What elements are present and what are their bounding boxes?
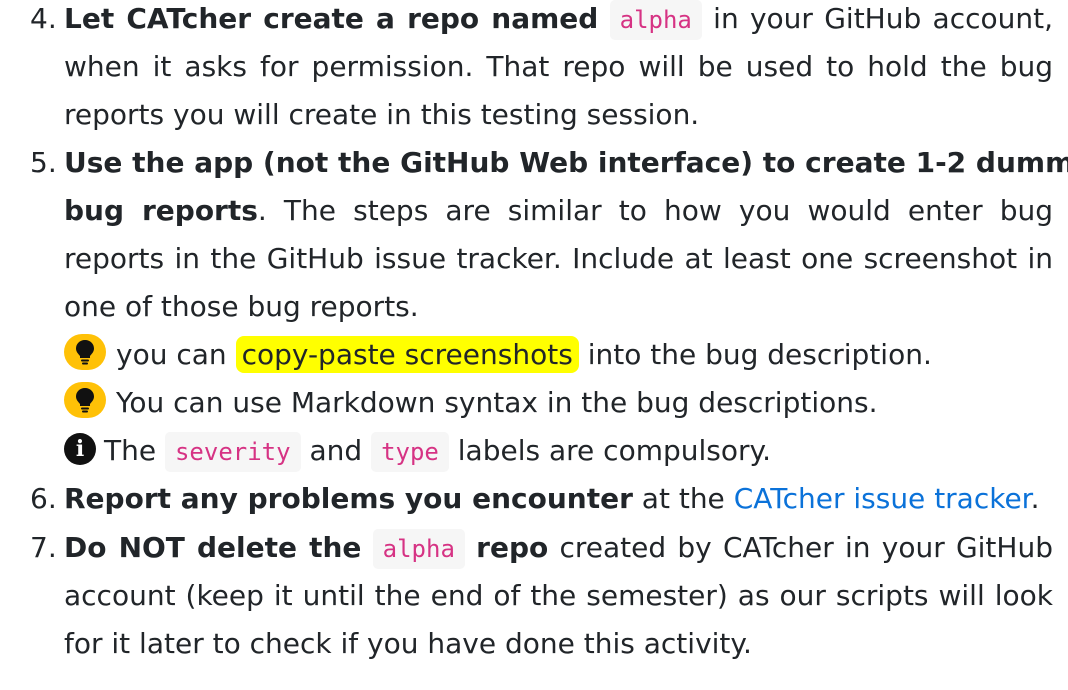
inline-code-alpha: alpha — [609, 0, 702, 40]
info-labels: i The severity and type labels are compul… — [64, 427, 1053, 475]
item-7-text: created by CATcher in your GitHub — [559, 531, 1053, 564]
tip-2-text: You can use Markdown syntax in the bug d… — [116, 386, 878, 419]
item-4-line-3: reports you will create in this testing … — [64, 98, 700, 131]
item-7-bold-2: repo — [476, 531, 549, 564]
inline-code-alpha: alpha — [372, 529, 465, 569]
item-7-line-3: for it later to check if you have done t… — [64, 627, 752, 660]
item-6-period: . — [1030, 482, 1040, 515]
info-mid: and — [309, 434, 363, 467]
item-6-line-1: Report any problems you encounter at the… — [64, 475, 1053, 523]
item-5-line-4: one of those bug reports. — [64, 290, 419, 323]
inline-code-type: type — [371, 432, 449, 472]
item-5-bold: Use the app (not the GitHub Web interfac… — [64, 146, 1068, 179]
item-4-line-2: when it asks for permission. That repo w… — [64, 50, 1053, 83]
lightbulb-icon — [64, 334, 106, 370]
tip-1-pre: you can — [116, 338, 227, 371]
item-4-bold: Let CATcher create a repo named — [64, 2, 599, 35]
item-7-bold: Do NOT delete the — [64, 531, 362, 564]
tip-1-post: into the bug description. — [587, 338, 932, 371]
catcher-issue-tracker-link[interactable]: CATcher issue tracker — [734, 482, 1031, 515]
item-6-text: at the — [641, 482, 725, 515]
info-post: labels are compulsory. — [457, 434, 771, 467]
item-6-bold: Report any problems you encounter — [64, 482, 633, 515]
highlighted-text: copy-paste screenshots — [235, 336, 579, 373]
item-7-line-1: Do NOT delete the alpha repo created by … — [64, 524, 1053, 572]
inline-code-severity: severity — [164, 432, 301, 472]
item-4-line-1: Let CATcher create a repo named alpha in… — [64, 0, 1053, 43]
list-number-5: 5. — [30, 146, 57, 179]
info-icon: i — [64, 433, 96, 465]
info-pre: The — [104, 434, 157, 467]
list-number-7: 7. — [30, 531, 57, 564]
list-number-4: 4. — [30, 2, 57, 35]
item-4-text: in your GitHub account, — [713, 2, 1053, 35]
list-number-6: 6. — [30, 482, 57, 515]
lightbulb-icon — [64, 382, 106, 418]
item-5-line-3: reports in the GitHub issue tracker. Inc… — [64, 242, 1053, 275]
item-7-line-2: account (keep it until the end of the se… — [64, 579, 1053, 612]
tip-copy-paste: you can copy-paste screenshots into the … — [64, 331, 1053, 379]
tip-markdown: You can use Markdown syntax in the bug d… — [64, 379, 1053, 427]
item-5-line-2: bug reports. The steps are similar to ho… — [64, 187, 1053, 235]
item-5-text: . The steps are similar to how you would… — [257, 194, 1053, 227]
item-5-line-1: Use the app (not the GitHub Web interfac… — [64, 139, 1068, 187]
item-5-bold-2: bug reports — [64, 194, 258, 227]
